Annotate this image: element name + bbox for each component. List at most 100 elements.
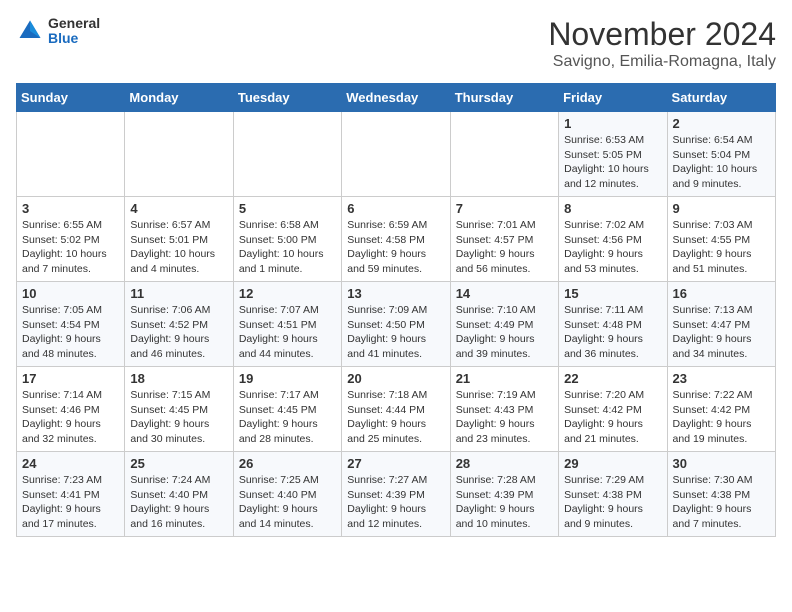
weekday-header-row: SundayMondayTuesdayWednesdayThursdayFrid… bbox=[17, 84, 776, 112]
day-number: 15 bbox=[564, 286, 661, 301]
calendar-cell bbox=[450, 112, 558, 197]
day-info: Sunrise: 7:17 AM Sunset: 4:45 PM Dayligh… bbox=[239, 388, 336, 447]
weekday-header-tuesday: Tuesday bbox=[233, 84, 341, 112]
day-info: Sunrise: 7:07 AM Sunset: 4:51 PM Dayligh… bbox=[239, 303, 336, 362]
calendar-cell: 29 Sunrise: 7:29 AM Sunset: 4:38 PM Dayli… bbox=[559, 452, 667, 537]
day-number: 13 bbox=[347, 286, 444, 301]
calendar-cell: 5 Sunrise: 6:58 AM Sunset: 5:00 PM Daylig… bbox=[233, 197, 341, 282]
logo-icon bbox=[16, 17, 44, 45]
day-number: 19 bbox=[239, 371, 336, 386]
calendar-cell: 7 Sunrise: 7:01 AM Sunset: 4:57 PM Daylig… bbox=[450, 197, 558, 282]
day-info: Sunrise: 7:25 AM Sunset: 4:40 PM Dayligh… bbox=[239, 473, 336, 532]
calendar-cell: 23Sunrise: 7:22 AM Sunset: 4:42 PM Dayli… bbox=[667, 367, 775, 452]
weekday-header-thursday: Thursday bbox=[450, 84, 558, 112]
day-number: 8 bbox=[564, 201, 661, 216]
day-number: 23 bbox=[673, 371, 770, 386]
calendar-cell: 17 Sunrise: 7:14 AM Sunset: 4:46 PM Dayli… bbox=[17, 367, 125, 452]
day-number: 12 bbox=[239, 286, 336, 301]
calendar-cell: 30Sunrise: 7:30 AM Sunset: 4:38 PM Dayli… bbox=[667, 452, 775, 537]
day-number: 28 bbox=[456, 456, 553, 471]
day-info: Sunrise: 7:01 AM Sunset: 4:57 PM Dayligh… bbox=[456, 218, 553, 277]
day-number: 5 bbox=[239, 201, 336, 216]
day-info: Sunrise: 7:06 AM Sunset: 4:52 PM Dayligh… bbox=[130, 303, 227, 362]
calendar-cell: 22 Sunrise: 7:20 AM Sunset: 4:42 PM Dayli… bbox=[559, 367, 667, 452]
day-info: Sunrise: 7:24 AM Sunset: 4:40 PM Dayligh… bbox=[130, 473, 227, 532]
day-number: 29 bbox=[564, 456, 661, 471]
day-number: 16 bbox=[673, 286, 770, 301]
calendar-cell: 9 Sunrise: 7:03 AM Sunset: 4:55 PM Daylig… bbox=[667, 197, 775, 282]
week-row-4: 17 Sunrise: 7:14 AM Sunset: 4:46 PM Dayli… bbox=[17, 367, 776, 452]
day-info: Sunrise: 7:10 AM Sunset: 4:49 PM Dayligh… bbox=[456, 303, 553, 362]
day-info: Sunrise: 6:57 AM Sunset: 5:01 PM Dayligh… bbox=[130, 218, 227, 277]
day-info: Sunrise: 6:53 AM Sunset: 5:05 PM Dayligh… bbox=[564, 133, 661, 192]
week-row-2: 3Sunrise: 6:55 AM Sunset: 5:02 PM Daylig… bbox=[17, 197, 776, 282]
day-number: 17 bbox=[22, 371, 119, 386]
month-title: November 2024 bbox=[548, 16, 776, 53]
calendar-cell bbox=[17, 112, 125, 197]
day-info: Sunrise: 6:54 AM Sunset: 5:04 PM Dayligh… bbox=[673, 133, 770, 192]
day-info: Sunrise: 7:20 AM Sunset: 4:42 PM Dayligh… bbox=[564, 388, 661, 447]
day-info: Sunrise: 7:02 AM Sunset: 4:56 PM Dayligh… bbox=[564, 218, 661, 277]
calendar-cell: 19 Sunrise: 7:17 AM Sunset: 4:45 PM Dayli… bbox=[233, 367, 341, 452]
calendar-cell: 26 Sunrise: 7:25 AM Sunset: 4:40 PM Dayli… bbox=[233, 452, 341, 537]
weekday-header-wednesday: Wednesday bbox=[342, 84, 450, 112]
day-number: 21 bbox=[456, 371, 553, 386]
day-number: 22 bbox=[564, 371, 661, 386]
day-info: Sunrise: 7:05 AM Sunset: 4:54 PM Dayligh… bbox=[22, 303, 119, 362]
calendar-cell: 10Sunrise: 7:05 AM Sunset: 4:54 PM Dayli… bbox=[17, 282, 125, 367]
title-area: November 2024 Savigno, Emilia-Romagna, I… bbox=[548, 16, 776, 71]
calendar-cell: 6Sunrise: 6:59 AM Sunset: 4:58 PM Daylig… bbox=[342, 197, 450, 282]
day-info: Sunrise: 7:13 AM Sunset: 4:47 PM Dayligh… bbox=[673, 303, 770, 362]
logo-text: General Blue bbox=[48, 16, 100, 47]
day-number: 27 bbox=[347, 456, 444, 471]
weekday-header-friday: Friday bbox=[559, 84, 667, 112]
week-row-5: 24 Sunrise: 7:23 AM Sunset: 4:41 PM Dayli… bbox=[17, 452, 776, 537]
calendar-cell: 4 Sunrise: 6:57 AM Sunset: 5:01 PM Daylig… bbox=[125, 197, 233, 282]
day-info: Sunrise: 7:03 AM Sunset: 4:55 PM Dayligh… bbox=[673, 218, 770, 277]
day-info: Sunrise: 7:23 AM Sunset: 4:41 PM Dayligh… bbox=[22, 473, 119, 532]
day-number: 24 bbox=[22, 456, 119, 471]
day-info: Sunrise: 7:19 AM Sunset: 4:43 PM Dayligh… bbox=[456, 388, 553, 447]
day-number: 3 bbox=[22, 201, 119, 216]
calendar-cell: 24 Sunrise: 7:23 AM Sunset: 4:41 PM Dayli… bbox=[17, 452, 125, 537]
day-number: 14 bbox=[456, 286, 553, 301]
weekday-header-sunday: Sunday bbox=[17, 84, 125, 112]
calendar-cell: 18Sunrise: 7:15 AM Sunset: 4:45 PM Dayli… bbox=[125, 367, 233, 452]
weekday-header-saturday: Saturday bbox=[667, 84, 775, 112]
calendar-cell: 16 Sunrise: 7:13 AM Sunset: 4:47 PM Dayli… bbox=[667, 282, 775, 367]
location-title: Savigno, Emilia-Romagna, Italy bbox=[548, 53, 776, 71]
day-number: 26 bbox=[239, 456, 336, 471]
day-number: 7 bbox=[456, 201, 553, 216]
day-number: 2 bbox=[673, 116, 770, 131]
calendar-cell: 2 Sunrise: 6:54 AM Sunset: 5:04 PM Daylig… bbox=[667, 112, 775, 197]
calendar-cell bbox=[125, 112, 233, 197]
calendar-cell: 28Sunrise: 7:28 AM Sunset: 4:39 PM Dayli… bbox=[450, 452, 558, 537]
logo-blue-text: Blue bbox=[48, 31, 100, 46]
calendar-cell: 14 Sunrise: 7:10 AM Sunset: 4:49 PM Dayli… bbox=[450, 282, 558, 367]
calendar-cell: 8 Sunrise: 7:02 AM Sunset: 4:56 PM Daylig… bbox=[559, 197, 667, 282]
day-number: 6 bbox=[347, 201, 444, 216]
weekday-header-monday: Monday bbox=[125, 84, 233, 112]
logo: General Blue bbox=[16, 16, 100, 47]
calendar-cell: 21 Sunrise: 7:19 AM Sunset: 4:43 PM Dayli… bbox=[450, 367, 558, 452]
day-info: Sunrise: 6:58 AM Sunset: 5:00 PM Dayligh… bbox=[239, 218, 336, 277]
day-info: Sunrise: 7:14 AM Sunset: 4:46 PM Dayligh… bbox=[22, 388, 119, 447]
calendar-cell: 13Sunrise: 7:09 AM Sunset: 4:50 PM Dayli… bbox=[342, 282, 450, 367]
day-number: 18 bbox=[130, 371, 227, 386]
day-info: Sunrise: 7:11 AM Sunset: 4:48 PM Dayligh… bbox=[564, 303, 661, 362]
day-info: Sunrise: 7:30 AM Sunset: 4:38 PM Dayligh… bbox=[673, 473, 770, 532]
calendar-cell: 1 Sunrise: 6:53 AM Sunset: 5:05 PM Daylig… bbox=[559, 112, 667, 197]
day-number: 20 bbox=[347, 371, 444, 386]
calendar-cell: 12 Sunrise: 7:07 AM Sunset: 4:51 PM Dayli… bbox=[233, 282, 341, 367]
calendar-cell: 15 Sunrise: 7:11 AM Sunset: 4:48 PM Dayli… bbox=[559, 282, 667, 367]
calendar-cell: 3Sunrise: 6:55 AM Sunset: 5:02 PM Daylig… bbox=[17, 197, 125, 282]
day-info: Sunrise: 7:29 AM Sunset: 4:38 PM Dayligh… bbox=[564, 473, 661, 532]
day-number: 9 bbox=[673, 201, 770, 216]
day-number: 1 bbox=[564, 116, 661, 131]
calendar-table: SundayMondayTuesdayWednesdayThursdayFrid… bbox=[16, 83, 776, 537]
header: General Blue November 2024 Savigno, Emil… bbox=[16, 16, 776, 71]
calendar-cell bbox=[342, 112, 450, 197]
week-row-1: 1 Sunrise: 6:53 AM Sunset: 5:05 PM Daylig… bbox=[17, 112, 776, 197]
day-number: 4 bbox=[130, 201, 227, 216]
day-number: 25 bbox=[130, 456, 227, 471]
